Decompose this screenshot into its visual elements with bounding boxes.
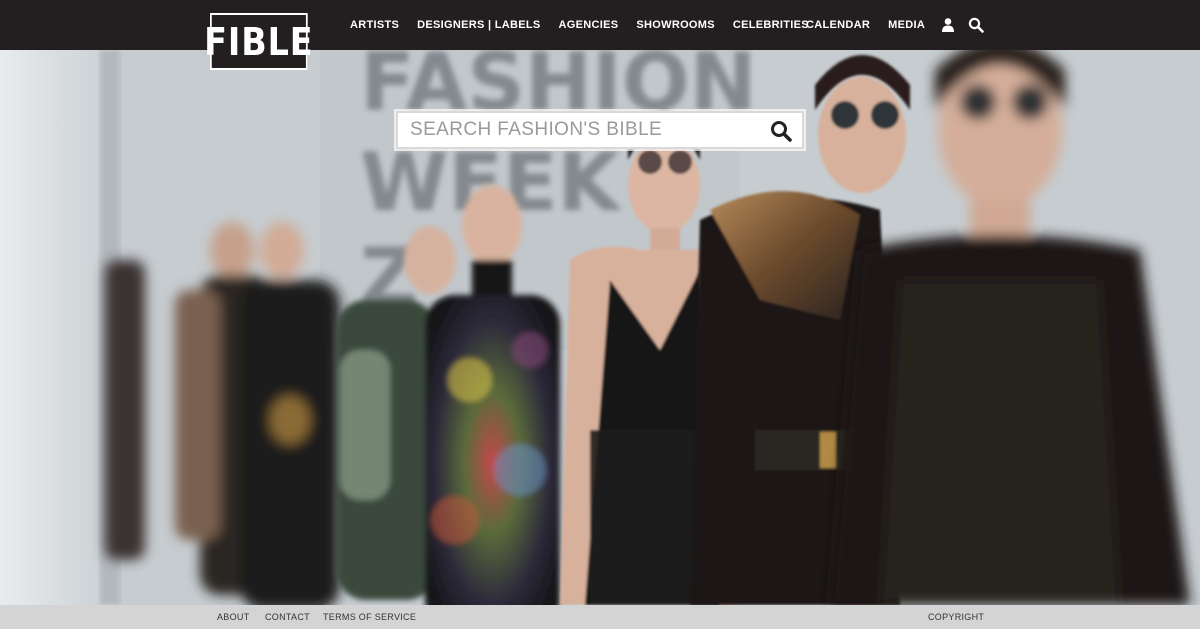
- user-icon[interactable]: [940, 17, 956, 33]
- nav-agencies[interactable]: AGENCIES: [559, 19, 619, 31]
- footer-terms-link[interactable]: TERMS OF SERVICE: [323, 612, 416, 622]
- search-icon[interactable]: [968, 17, 984, 33]
- nav-celebrities[interactable]: CELEBRITIES: [733, 19, 809, 31]
- footer-contact-link[interactable]: CONTACT: [265, 612, 310, 622]
- footer-copyright-link[interactable]: COPYRIGHT: [928, 612, 984, 622]
- search-submit-icon[interactable]: [770, 120, 792, 142]
- nav-designers-labels[interactable]: DESIGNERS | LABELS: [417, 19, 540, 31]
- search-input[interactable]: [398, 113, 758, 147]
- nav-artists[interactable]: ARTISTS: [350, 19, 399, 31]
- nav-calendar[interactable]: CALENDAR: [806, 19, 870, 31]
- secondary-nav: CALENDAR MEDIA: [806, 0, 943, 50]
- site-search-box: [396, 111, 804, 149]
- nav-media[interactable]: MEDIA: [888, 19, 925, 31]
- site-logo[interactable]: FIBLE: [204, 13, 313, 70]
- footer-bar: ABOUT CONTACT TERMS OF SERVICE COPYRIGHT: [0, 605, 1200, 629]
- nav-showrooms[interactable]: SHOWROOMS: [636, 19, 714, 31]
- primary-nav: ARTISTS DESIGNERS | LABELS AGENCIES SHOW…: [350, 0, 827, 50]
- top-navigation-bar: FIBLE ARTISTS DESIGNERS | LABELS AGENCIE…: [0, 0, 1200, 70]
- footer-about-link[interactable]: ABOUT: [217, 612, 250, 622]
